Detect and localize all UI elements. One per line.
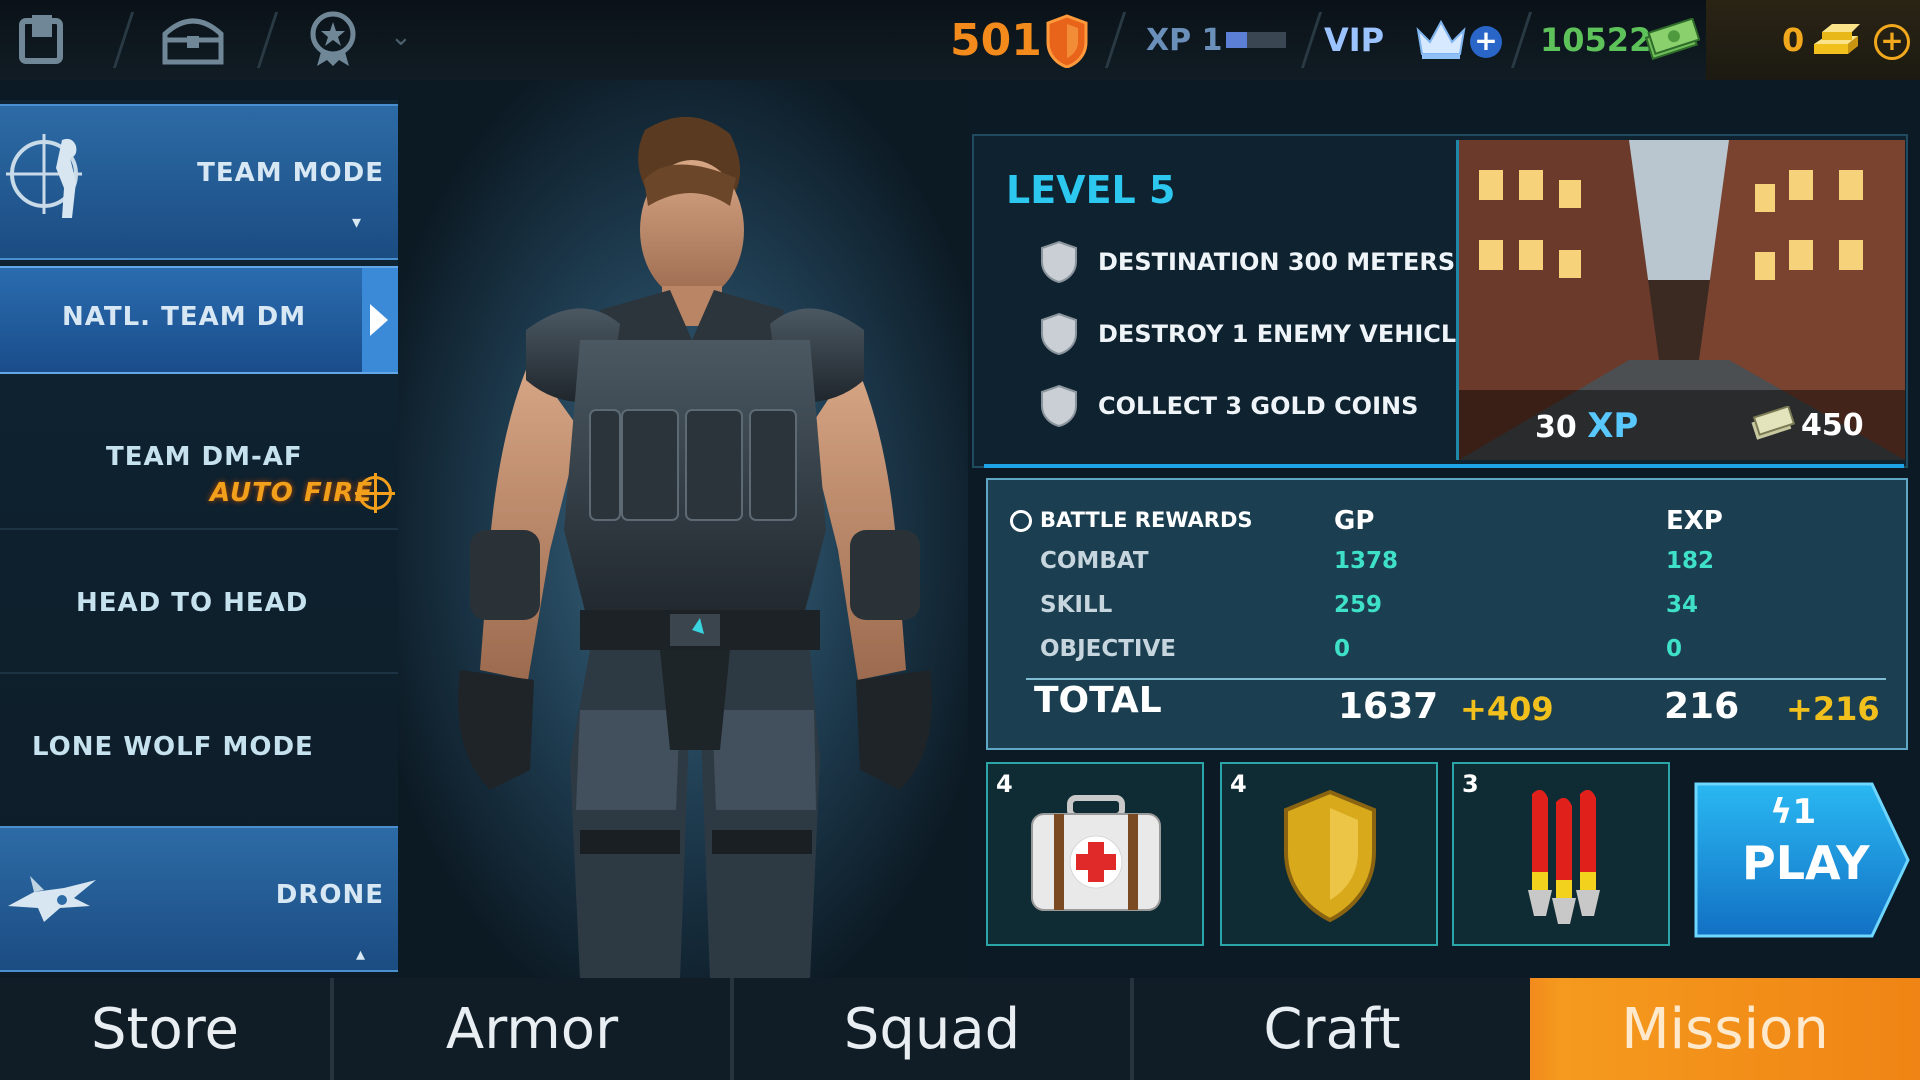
divider [984, 464, 1904, 468]
no-icon [1010, 510, 1032, 532]
shield-item-icon [1284, 789, 1376, 923]
item-slot-shield[interactable]: 4 [1220, 762, 1438, 946]
reward-row-gp: 259 [1334, 592, 1383, 618]
divider [0, 672, 398, 674]
bonus-exp: +216 [1786, 690, 1880, 728]
reward-row-gp: 0 [1334, 636, 1351, 662]
medkit-icon [1031, 795, 1161, 911]
rockets-icon [1528, 789, 1600, 924]
divider [256, 12, 279, 68]
mode-item-label: LONE WOLF MODE [32, 732, 314, 762]
xp-progress-bar [1226, 32, 1286, 48]
cash-reward: 450 [1801, 408, 1864, 443]
play-label: PLAY [1742, 836, 1870, 890]
gold-amount: 0 [1782, 21, 1805, 59]
soldier-character [430, 110, 960, 984]
gold-add-button[interactable]: + [1874, 24, 1910, 60]
reward-row-exp: 182 [1666, 548, 1715, 574]
tab-craft[interactable]: Craft [1134, 978, 1530, 1080]
col-exp: EXP [1666, 506, 1723, 536]
cash-icon [1644, 17, 1701, 66]
divider [1104, 12, 1127, 68]
crosshair-icon [355, 473, 395, 513]
tab-store[interactable]: Store [0, 978, 330, 1080]
item-count: 4 [1230, 770, 1247, 798]
gold-bars-icon [1808, 18, 1868, 64]
mode-item-natl-team-dm[interactable]: NATL. TEAM DM [0, 266, 398, 374]
team-mode-label: TEAM MODE [197, 158, 384, 188]
mode-item-label: HEAD TO HEAD [76, 588, 309, 618]
objective-1: DESTINATION 300 METERS [1040, 240, 1455, 284]
drone-icon [4, 862, 100, 936]
cash-amount: 10522 [1540, 21, 1652, 59]
reward-row-label: COMBAT [1040, 548, 1149, 574]
rewards-title: BATTLE REWARDS [1040, 508, 1253, 532]
reward-row-exp: 34 [1666, 592, 1699, 618]
chest-icon[interactable] [158, 8, 228, 70]
xp-label: XP 1 [1146, 22, 1223, 58]
xp-progress-fill [1226, 32, 1247, 48]
divider [1300, 12, 1323, 68]
objective-2: DESTROY 1 ENEMY VEHICLE [1040, 312, 1473, 356]
item-slot-rockets[interactable]: 3 [1452, 762, 1670, 946]
mode-item-label: NATL. TEAM DM [62, 302, 307, 332]
tab-armor[interactable]: Armor [334, 978, 730, 1080]
crosshair-soldier-icon [6, 126, 94, 226]
auto-fire-tag: AUTO FIRE [210, 478, 374, 508]
tab-squad[interactable]: Squad [734, 978, 1130, 1080]
reward-row-label: OBJECTIVE [1040, 636, 1176, 662]
top-bar: ⌄ 501 XP 1 VIP + 10522 0 + [0, 0, 1920, 80]
objective-text: DESTINATION 300 METERS [1098, 248, 1456, 276]
shield-points: 501 [950, 14, 1042, 66]
reward-row-exp: 0 [1666, 636, 1683, 662]
objective-text: DESTROY 1 ENEMY VEHICLE [1098, 320, 1473, 348]
mode-item-head-to-head[interactable]: HEAD TO HEAD [0, 544, 398, 684]
divider [1510, 12, 1533, 68]
chevron-right-icon [370, 304, 388, 336]
chevron-down-icon: ▾ [352, 212, 362, 233]
mode-item-team-dm-af[interactable]: TEAM DM-AF AUTO FIRE [0, 388, 398, 528]
map-preview: 30 XP 450 [1456, 140, 1905, 460]
layers-icon[interactable] [8, 8, 78, 70]
item-count: 3 [1462, 770, 1479, 798]
total-label: TOTAL [1034, 680, 1162, 721]
shield-icon [1041, 312, 1077, 356]
team-mode-header[interactable]: TEAM MODE ▾ [0, 104, 398, 260]
bonus-gp: +409 [1460, 690, 1554, 728]
play-energy: ϟ1 [1770, 792, 1817, 832]
reward-row-label: SKILL [1040, 592, 1113, 618]
mission-level: LEVEL 5 [1006, 168, 1176, 212]
drone-header[interactable]: DRONE ▴ [0, 826, 398, 972]
badge-icon[interactable] [298, 8, 368, 70]
xp-level: 1 [1201, 22, 1223, 58]
chevron-down-icon[interactable]: ⌄ [390, 22, 418, 58]
objective-3: COLLECT 3 GOLD COINS [1040, 384, 1418, 428]
item-count: 4 [996, 770, 1013, 798]
col-gp: GP [1334, 506, 1375, 536]
objective-text: COLLECT 3 GOLD COINS [1098, 392, 1419, 420]
xp-reward: 30 XP [1535, 406, 1639, 446]
shield-icon [1041, 384, 1077, 428]
drone-label: DRONE [275, 880, 384, 910]
shield-currency-icon [1046, 14, 1088, 72]
mode-item-lone-wolf[interactable]: LONE WOLF MODE [0, 688, 398, 828]
vip-label: VIP [1324, 21, 1385, 59]
tab-mission[interactable]: Mission [1530, 978, 1920, 1080]
divider [0, 528, 398, 530]
vip-add-button[interactable]: + [1470, 26, 1502, 58]
crown-icon [1414, 18, 1468, 64]
total-gp: 1637 [1338, 686, 1439, 727]
lightning-icon: ϟ [1770, 792, 1793, 832]
total-exp: 216 [1664, 686, 1740, 727]
mode-item-label: TEAM DM-AF [106, 442, 303, 472]
cash-icon [1751, 405, 1796, 446]
divider [112, 12, 135, 68]
shield-icon [1041, 240, 1077, 284]
item-slot-medkit[interactable]: 4 [986, 762, 1204, 946]
reward-row-gp: 1378 [1334, 548, 1399, 574]
chevron-up-icon: ▴ [356, 944, 366, 965]
